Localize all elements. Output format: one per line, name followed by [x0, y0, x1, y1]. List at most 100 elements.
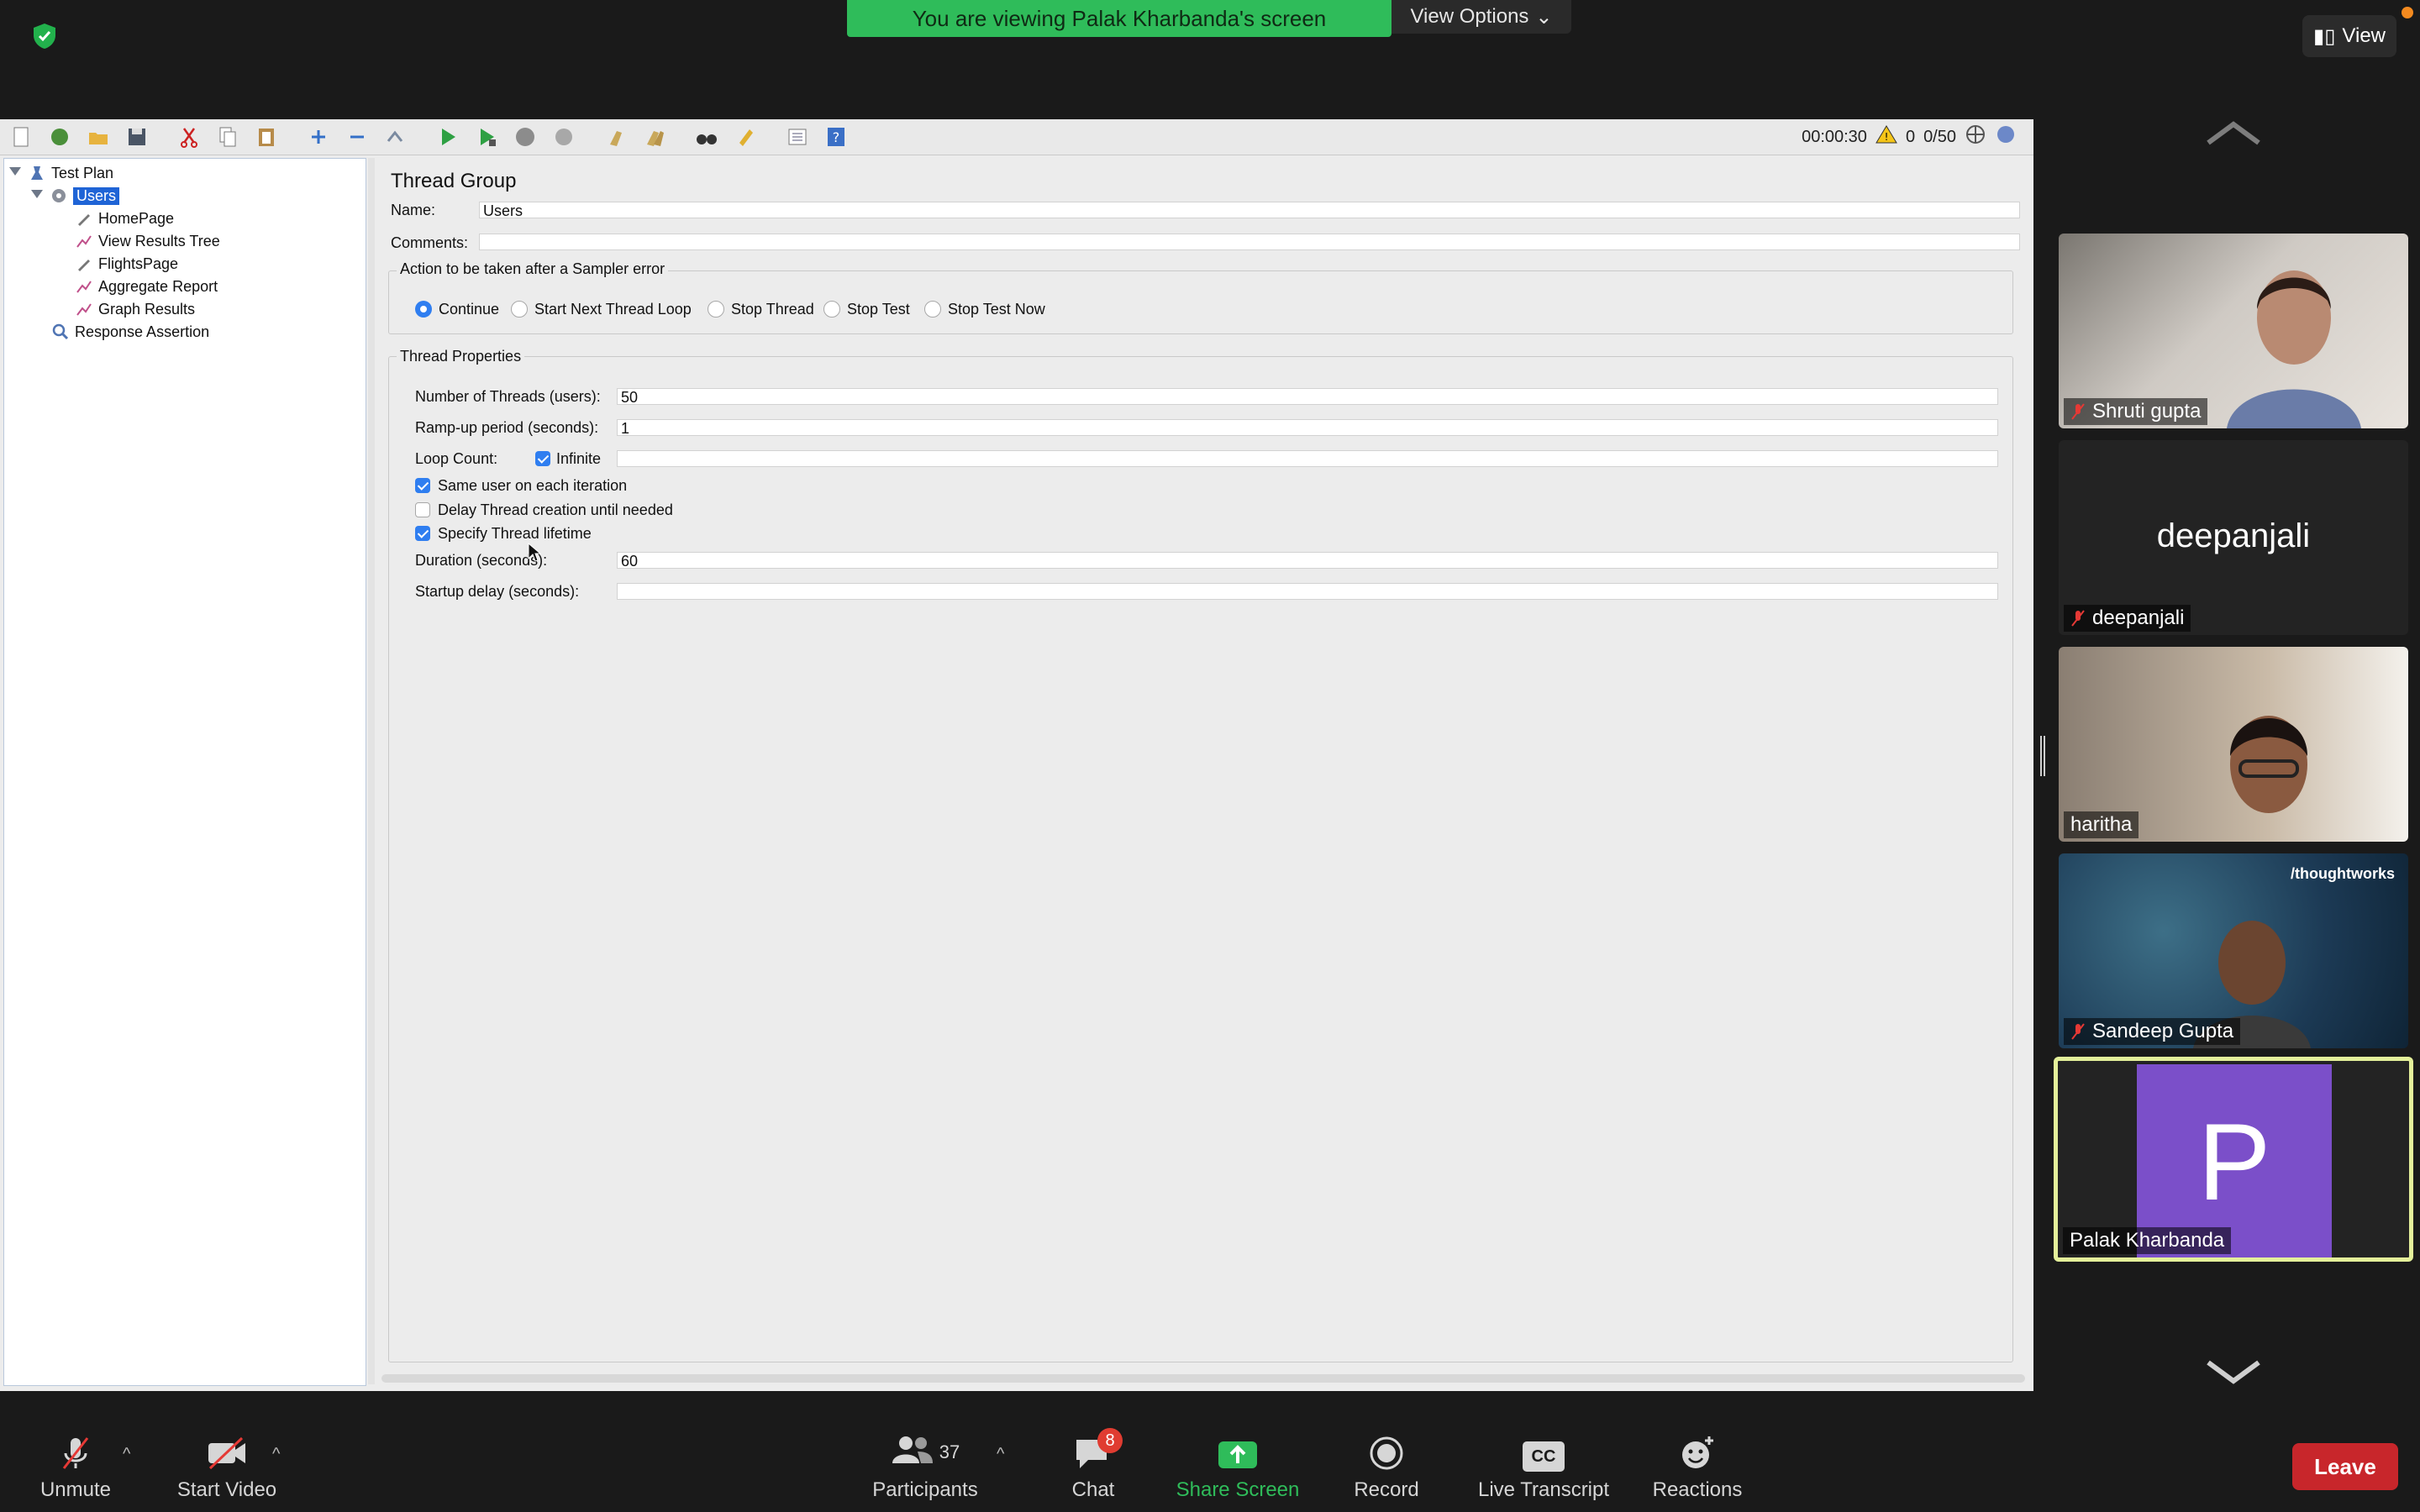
delay-thread-checkbox[interactable]	[415, 502, 430, 517]
startup-delay-label: Startup delay (seconds):	[415, 583, 580, 600]
new-icon[interactable]	[8, 124, 35, 150]
mic-muted-icon	[62, 1437, 89, 1469]
participant-tile-haritha[interactable]: haritha	[2059, 647, 2408, 842]
expand-icon[interactable]	[306, 124, 333, 150]
name-input[interactable]: Users	[479, 202, 2020, 219]
delay-thread-label: Delay Thread creation until needed	[438, 501, 673, 518]
same-user-checkbox[interactable]	[415, 478, 430, 493]
tree-item-label: Graph Results	[98, 300, 196, 318]
participants-button[interactable]: 37 Participants	[862, 1420, 988, 1512]
threads-input[interactable]: 50	[617, 388, 1998, 406]
radio-stop-test[interactable]	[823, 301, 840, 318]
screen-share-banner: You are viewing Palak Kharbanda's screen	[847, 0, 1392, 37]
search-binoculars-icon[interactable]	[694, 124, 721, 150]
toggle-icon[interactable]	[383, 124, 410, 150]
tree-item-test-plan[interactable]: Test Plan	[28, 162, 113, 184]
view-layout-icon: ▮▯	[2312, 24, 2336, 48]
view-button[interactable]: ▮▯ View	[2302, 15, 2396, 57]
jmeter-toolbar: ? 00:00:30 ! 0 0/50	[0, 119, 2033, 155]
participant-tile-palak[interactable]: P Palak Kharbanda	[2054, 1057, 2413, 1262]
participant-tile-deepanjali[interactable]: deepanjali deepanjali	[2059, 440, 2408, 635]
stop-icon[interactable]	[513, 124, 539, 150]
thread-group-panel: Thread Group Name: Users Comments: Actio…	[376, 158, 2027, 1384]
radio-continue[interactable]	[415, 301, 432, 318]
mic-muted-icon	[2071, 403, 2085, 420]
help-icon[interactable]: ?	[823, 124, 850, 150]
participant-display-name: deepanjali	[2156, 517, 2311, 554]
record-button[interactable]: Record	[1344, 1420, 1428, 1512]
tree-item-aggregate-report[interactable]: Aggregate Report	[75, 276, 218, 297]
loop-count-input[interactable]	[617, 450, 1998, 467]
clear-icon[interactable]	[603, 124, 630, 150]
tree-item-flightspage[interactable]: FlightsPage	[75, 253, 178, 275]
tree-item-label: HomePage	[98, 209, 175, 227]
templates-icon[interactable]	[47, 124, 74, 150]
remote-status-icon[interactable]	[1965, 123, 1986, 150]
tree-item-label: Test Plan	[51, 164, 114, 181]
pane-splitter[interactable]	[368, 158, 375, 1384]
function-helper-icon[interactable]	[785, 124, 812, 150]
chevron-down-icon[interactable]	[2203, 1357, 2264, 1392]
participants-options-caret-icon[interactable]: ^	[997, 1445, 1004, 1464]
radio-stop-test-label: Stop Test	[847, 301, 910, 318]
expand-toggle-icon[interactable]	[9, 167, 21, 176]
rampup-input[interactable]: 1	[617, 419, 1998, 437]
active-threads: 0/50	[1923, 127, 1956, 146]
view-options-button[interactable]: View Options ⌄	[1392, 0, 1571, 34]
tree-item-label: Aggregate Report	[98, 277, 218, 295]
security-shield-icon[interactable]	[30, 22, 59, 50]
tree-item-users[interactable]: Users	[50, 185, 120, 207]
paste-icon[interactable]	[254, 124, 281, 150]
leave-meeting-button[interactable]: Leave	[2292, 1443, 2398, 1490]
radio-stop-thread[interactable]	[708, 301, 724, 318]
panel-title: Thread Group	[391, 170, 517, 192]
magnifier-icon	[52, 323, 69, 340]
radio-start-next-thread-loop[interactable]	[511, 301, 528, 318]
horizontal-scrollbar[interactable]	[381, 1374, 2025, 1383]
participant-tile-shruti[interactable]: Shruti gupta	[2059, 234, 2408, 428]
startup-delay-input[interactable]	[617, 583, 1998, 600]
start-video-button[interactable]: Start Video	[166, 1420, 287, 1512]
share-screen-button[interactable]: Share Screen	[1168, 1420, 1307, 1512]
start-no-pauses-icon[interactable]	[474, 124, 501, 150]
mic-muted-icon	[2071, 1023, 2085, 1040]
tree-item-homepage[interactable]: HomePage	[75, 207, 174, 229]
cut-icon[interactable]	[176, 124, 203, 150]
copy-icon[interactable]	[215, 124, 242, 150]
thread-lifetime-label: Specify Thread lifetime	[438, 525, 592, 542]
open-icon[interactable]	[86, 124, 113, 150]
unmute-button[interactable]: Unmute	[25, 1420, 126, 1512]
panel-resize-handle[interactable]	[2040, 736, 2045, 776]
radio-stop-test-now[interactable]	[924, 301, 941, 318]
log-viewer-icon[interactable]	[1995, 123, 2017, 150]
notification-dot	[2402, 7, 2413, 18]
expand-toggle-icon[interactable]	[31, 190, 43, 198]
audio-options-caret-icon[interactable]: ^	[123, 1445, 130, 1464]
reactions-button[interactable]: Reactions	[1645, 1420, 1749, 1512]
tree-item-graph-results[interactable]: Graph Results	[75, 298, 195, 320]
chevron-down-icon: ⌄	[1535, 5, 1553, 29]
thread-properties-title: Thread Properties	[397, 348, 525, 365]
tree-item-response-assertion[interactable]: Response Assertion	[51, 321, 209, 343]
comments-input[interactable]	[479, 234, 2020, 250]
shutdown-icon[interactable]	[551, 124, 578, 150]
tree-item-view-results-tree[interactable]: View Results Tree	[75, 230, 220, 252]
chevron-up-icon[interactable]	[2203, 118, 2264, 152]
threads-label: Number of Threads (users):	[415, 388, 601, 405]
start-icon[interactable]	[435, 124, 462, 150]
collapse-icon[interactable]	[345, 124, 371, 150]
closed-captions-icon: CC	[1523, 1441, 1565, 1472]
thread-lifetime-checkbox[interactable]	[415, 526, 430, 541]
video-options-caret-icon[interactable]: ^	[272, 1445, 280, 1464]
reset-search-icon[interactable]	[733, 124, 760, 150]
pipette-icon	[78, 260, 90, 271]
infinite-checkbox[interactable]	[535, 451, 550, 466]
save-icon[interactable]	[124, 124, 151, 150]
name-label: Name:	[391, 202, 436, 218]
participant-tile-sandeep[interactable]: /thoughtworks Sandeep Gupta	[2059, 853, 2408, 1048]
duration-input[interactable]: 60	[617, 552, 1998, 570]
tree-item-label: Response Assertion	[75, 323, 210, 340]
live-transcript-button[interactable]: CC Live Transcript	[1467, 1420, 1620, 1512]
clear-all-icon[interactable]	[642, 124, 669, 150]
warning-icon[interactable]: !	[1876, 124, 1897, 150]
